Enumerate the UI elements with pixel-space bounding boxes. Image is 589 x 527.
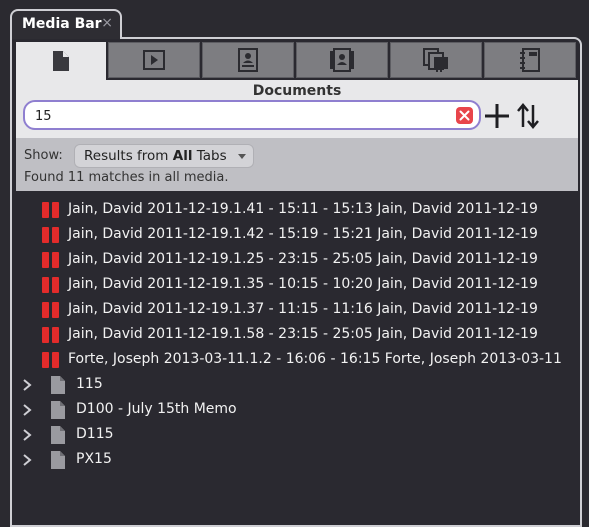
chevron-right-icon[interactable]: [22, 429, 32, 441]
clear-search-button[interactable]: [456, 107, 473, 124]
document-icon: [51, 376, 65, 394]
document-icon: [51, 426, 65, 444]
notebook-icon: [520, 48, 540, 72]
clear-x-icon: [459, 110, 470, 121]
select-prefix: Results from: [84, 148, 173, 164]
document-icon: [51, 451, 65, 469]
document-name: PX15: [76, 451, 112, 467]
play-video-icon: [143, 50, 165, 70]
filter-bar: Show: Results from All Tabs Found 11 mat…: [16, 138, 578, 191]
document-name: D100 - July 15th Memo: [76, 401, 237, 417]
result-text: Jain, David 2011-12-19.1.25 - 23:15 - 25…: [68, 251, 538, 267]
document-row[interactable]: D115: [12, 422, 580, 447]
document-icon: [51, 401, 65, 419]
chevron-right-icon[interactable]: [22, 404, 32, 416]
chevron-right-icon[interactable]: [22, 379, 32, 391]
document-row[interactable]: D100 - July 15th Memo: [12, 397, 580, 422]
document-icon: [53, 51, 69, 71]
result-text: Jain, David 2011-12-19.1.41 - 15:11 - 15…: [68, 201, 538, 217]
exhibit-icon: [330, 48, 354, 72]
transcript-icon: [238, 48, 258, 72]
chevron-right-icon[interactable]: [22, 454, 32, 466]
search-box: [23, 100, 481, 130]
results-scope-select[interactable]: Results from All Tabs: [74, 144, 254, 168]
document-name: 115: [76, 376, 103, 392]
media-bar-panel: Documents Show: Results from All Tabs Fo…: [10, 37, 582, 527]
tab-transcripts[interactable]: [202, 42, 294, 78]
result-row[interactable]: Jain, David 2011-12-19.1.35 - 10:15 - 10…: [12, 272, 580, 297]
sort-arrows-icon: [517, 103, 539, 129]
documents-header: Documents: [16, 80, 578, 138]
chevron-down-icon: [237, 154, 246, 159]
document-row[interactable]: PX15: [12, 447, 580, 472]
tab-notebook[interactable]: [484, 42, 576, 78]
video-clip-icon: [42, 252, 59, 268]
result-row[interactable]: Jain, David 2011-12-19.1.37 - 11:15 - 11…: [12, 297, 580, 322]
video-clip-icon: [42, 277, 59, 293]
result-text: Jain, David 2011-12-19.1.37 - 11:15 - 11…: [68, 301, 538, 317]
result-text: Jain, David 2011-12-19.1.35 - 10:15 - 10…: [68, 276, 538, 292]
plus-icon: [485, 104, 509, 128]
media-bar-tab[interactable]: Media Bar ×: [10, 9, 122, 39]
document-name: D115: [76, 426, 114, 442]
video-clip-icon: [42, 302, 59, 318]
media-bar-title: Media Bar: [22, 16, 102, 32]
tab-videos[interactable]: [108, 42, 200, 78]
sort-button[interactable]: [515, 103, 541, 133]
clips-stack-icon: [423, 48, 448, 72]
section-title: Documents: [252, 83, 342, 99]
tab-documents[interactable]: [16, 42, 106, 80]
close-icon[interactable]: ×: [101, 15, 113, 31]
media-type-tabs: [16, 42, 578, 80]
result-text: Forte, Joseph 2013-03-11.1.2 - 16:06 - 1…: [68, 351, 562, 367]
video-clip-icon: [42, 227, 59, 243]
results-list: Jain, David 2011-12-19.1.41 - 15:11 - 15…: [12, 197, 580, 472]
result-text: Jain, David 2011-12-19.1.58 - 23:15 - 25…: [68, 326, 538, 342]
video-clip-icon: [42, 327, 59, 343]
match-count: Found 11 matches in all media.: [24, 170, 229, 185]
result-row[interactable]: Jain, David 2011-12-19.1.58 - 23:15 - 25…: [12, 322, 580, 347]
result-row[interactable]: Jain, David 2011-12-19.1.41 - 15:11 - 15…: [12, 197, 580, 222]
video-clip-icon: [42, 202, 59, 218]
document-row[interactable]: 115: [12, 372, 580, 397]
result-row[interactable]: Jain, David 2011-12-19.1.25 - 23:15 - 25…: [12, 247, 580, 272]
tab-clips[interactable]: [390, 42, 482, 78]
search-input[interactable]: [35, 107, 435, 125]
select-suffix: Tabs: [192, 148, 227, 164]
result-row[interactable]: Jain, David 2011-12-19.1.42 - 15:19 - 15…: [12, 222, 580, 247]
video-clip-icon: [42, 352, 59, 368]
tab-exhibits[interactable]: [296, 42, 388, 78]
result-text: Jain, David 2011-12-19.1.42 - 15:19 - 15…: [68, 226, 538, 242]
select-bold: All: [172, 148, 193, 164]
add-button[interactable]: [484, 103, 510, 133]
show-label: Show:: [24, 148, 63, 163]
result-row[interactable]: Forte, Joseph 2013-03-11.1.2 - 16:06 - 1…: [12, 347, 580, 372]
